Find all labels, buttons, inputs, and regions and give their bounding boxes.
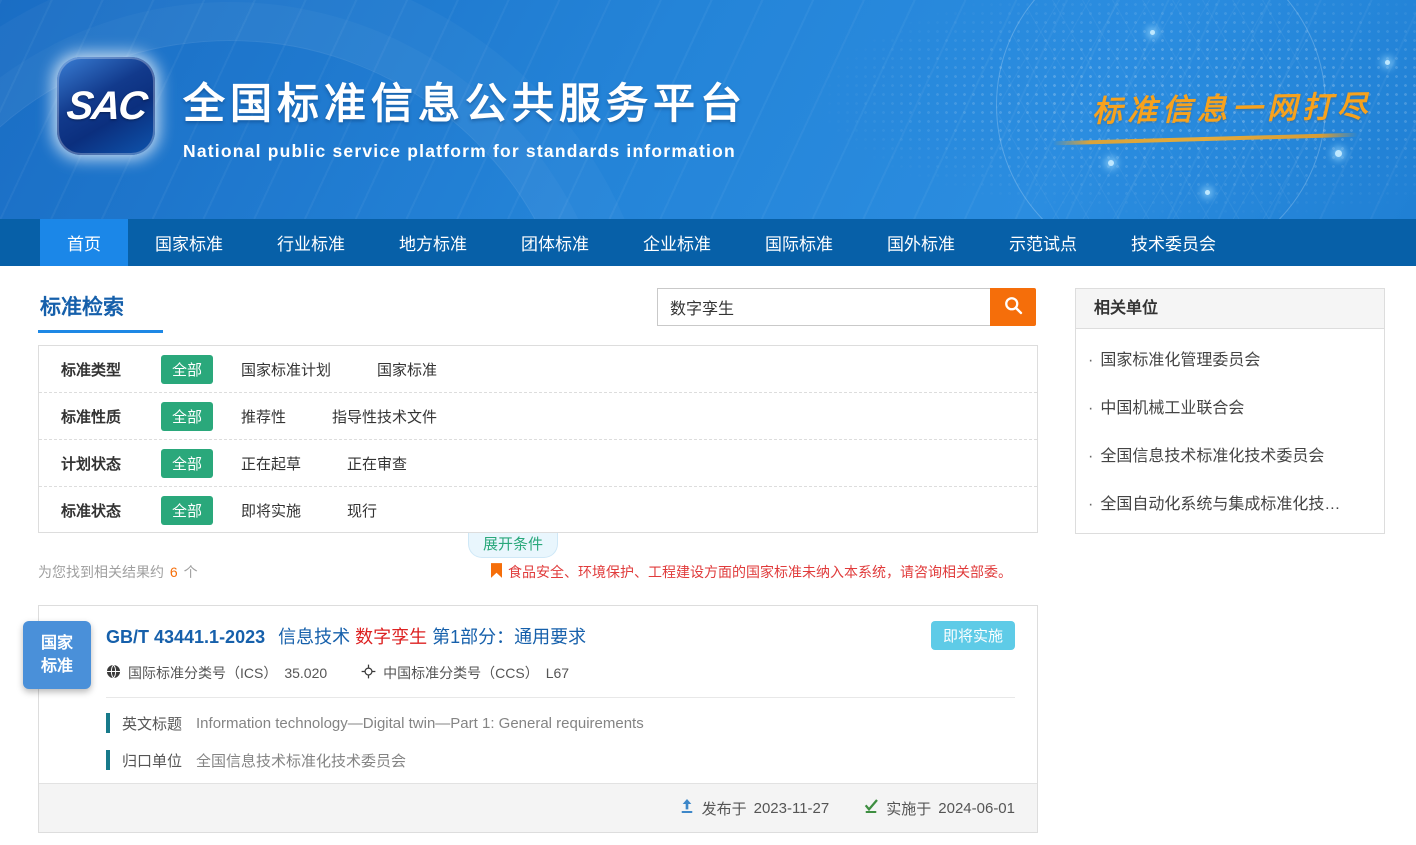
filter-row-plan-status: 计划状态 全部 正在起草 正在审查 [39,440,1037,487]
sac-logo-text: SAC [64,84,147,129]
card-divider [106,697,1015,698]
expand-conditions-button[interactable]: 展开条件 [468,533,558,558]
related-units-panel: 相关单位 国家标准化管理委员会 中国机械工业联合会 全国信息技术标准化技术委员会… [1075,288,1385,534]
glow-dot-decoration [1108,160,1114,166]
search-box [657,288,1036,326]
search-icon [1003,295,1024,319]
publish-upload-icon [679,798,695,818]
section-title-underline [38,330,163,333]
nav-item-local-standards[interactable]: 地方标准 [372,219,494,266]
nav-item-national-standards[interactable]: 国家标准 [128,219,250,266]
filter-all-badge[interactable]: 全部 [161,496,213,525]
related-unit-item[interactable]: 中国机械工业联合会 [1088,385,1370,433]
related-unit-item[interactable]: 全国自动化系统与集成标准化技… [1088,481,1370,529]
related-units-title: 相关单位 [1076,289,1384,329]
filter-label: 标准状态 [61,500,161,521]
status-badge: 即将实施 [931,621,1015,650]
committee-value: 全国信息技术标准化技术委员会 [196,750,406,771]
ics-value: 35.020 [284,665,327,681]
nav-item-pilot[interactable]: 示范试点 [982,219,1104,266]
english-title-value: Information technology—Digital twin—Part… [196,715,644,732]
header-slogan: 标准信息一网打尽 [1092,82,1373,131]
filter-option[interactable]: 国家标准 [377,359,437,380]
section-title: 标准检索 [40,291,124,321]
result-card: 国家 标准 GB/T 43441.1-2023 信息技术 数字孪生 第1部分：通… [38,605,1038,833]
main-nav: 首页 国家标准 行业标准 地方标准 团体标准 企业标准 国际标准 国外标准 示范… [0,219,1416,266]
related-unit-item[interactable]: 国家标准化管理委员会 [1088,337,1370,385]
filter-row-standard-type: 标准类型 全部 国家标准计划 国家标准 [39,346,1037,393]
globe-icon [106,664,121,682]
filter-all-badge[interactable]: 全部 [161,449,213,478]
compass-icon [361,664,376,682]
ics-label: 国际标准分类号（ICS） [128,663,277,683]
nav-item-international-standards[interactable]: 国际标准 [738,219,860,266]
notice-text: 食品安全、环境保护、工程建设方面的国家标准未纳入本系统，请咨询相关部委。 [508,562,1012,582]
filter-option[interactable]: 正在起草 [241,453,301,474]
filter-option[interactable]: 指导性技术文件 [332,406,437,427]
glow-dot-decoration [1150,30,1155,35]
filter-row-standard-nature: 标准性质 全部 推荐性 指导性技术文件 [39,393,1037,440]
field-accent-bar [106,713,110,733]
filter-all-badge[interactable]: 全部 [161,355,213,384]
nav-item-home[interactable]: 首页 [40,219,128,266]
filter-option[interactable]: 现行 [347,500,377,521]
bookmark-icon [491,563,502,581]
filter-option[interactable]: 即将实施 [241,500,301,521]
ccs-value: L67 [546,665,569,681]
search-input[interactable] [657,288,990,326]
filter-label: 标准性质 [61,406,161,427]
site-title: 全国标准信息公共服务平台 [183,70,747,131]
classification-row: 国际标准分类号（ICS） 35.020 中国标准分类号（CCS） L67 [106,663,1037,683]
filter-box: 标准类型 全部 国家标准计划 国家标准 标准性质 全部 推荐性 指导性技术文件 … [38,345,1038,533]
nav-item-enterprise-standards[interactable]: 企业标准 [616,219,738,266]
standard-code-link[interactable]: GB/T 43441.1-2023 [106,627,265,647]
page: SAC 全国标准信息公共服务平台 National public service… [0,0,1416,845]
result-count: 6 [168,564,180,580]
sac-logo[interactable]: SAC [57,57,155,155]
system-notice: 食品安全、环境保护、工程建设方面的国家标准未纳入本系统，请咨询相关部委。 [491,562,1038,582]
nav-item-industry-standards[interactable]: 行业标准 [250,219,372,266]
glow-dot-decoration [1385,60,1390,65]
glow-dot-decoration [1335,150,1342,157]
filter-option[interactable]: 推荐性 [241,406,286,427]
published-date: 2023-11-27 [754,800,830,817]
nav-item-technical-committee[interactable]: 技术委员会 [1104,219,1243,266]
result-summary: 为您找到相关结果约 6 个 [38,562,198,582]
search-button[interactable] [990,288,1036,326]
field-label: 英文标题 [122,713,182,734]
field-accent-bar [106,750,110,770]
card-footer: 发布于 2023-11-27 实施于 2024-06-01 [39,783,1037,832]
category-badge: 国家 标准 [23,621,91,689]
implement-check-icon [863,798,879,818]
nav-item-group-standards[interactable]: 团体标准 [494,219,616,266]
published-date-item: 发布于 2023-11-27 [679,798,830,819]
field-label: 归口单位 [122,750,182,771]
filter-option[interactable]: 正在审查 [347,453,407,474]
filter-label: 计划状态 [61,453,161,474]
site-subtitle: National public service platform for sta… [183,141,747,162]
committee-row: 归口单位 全国信息技术标准化技术委员会 [106,748,1037,772]
filter-option[interactable]: 国家标准计划 [241,359,331,380]
ccs-label: 中国标准分类号（CCS） [383,663,539,683]
filter-row-standard-status: 标准状态 全部 即将实施 现行 [39,487,1037,534]
search-term-highlight: 数字孪生 [355,627,427,647]
glow-dot-decoration [1205,190,1210,195]
site-header: SAC 全国标准信息公共服务平台 National public service… [0,0,1416,219]
standard-title-link[interactable]: 信息技术 数字孪生 第1部分：通用要求 [278,627,586,647]
filter-all-badge[interactable]: 全部 [161,402,213,431]
implemented-date-item: 实施于 2024-06-01 [863,798,1015,819]
filter-label: 标准类型 [61,359,161,380]
related-unit-item[interactable]: 全国信息技术标准化技术委员会 [1088,433,1370,481]
english-title-row: 英文标题 Information technology—Digital twin… [106,711,1037,735]
implemented-date: 2024-06-01 [938,800,1015,817]
nav-item-foreign-standards[interactable]: 国外标准 [860,219,982,266]
